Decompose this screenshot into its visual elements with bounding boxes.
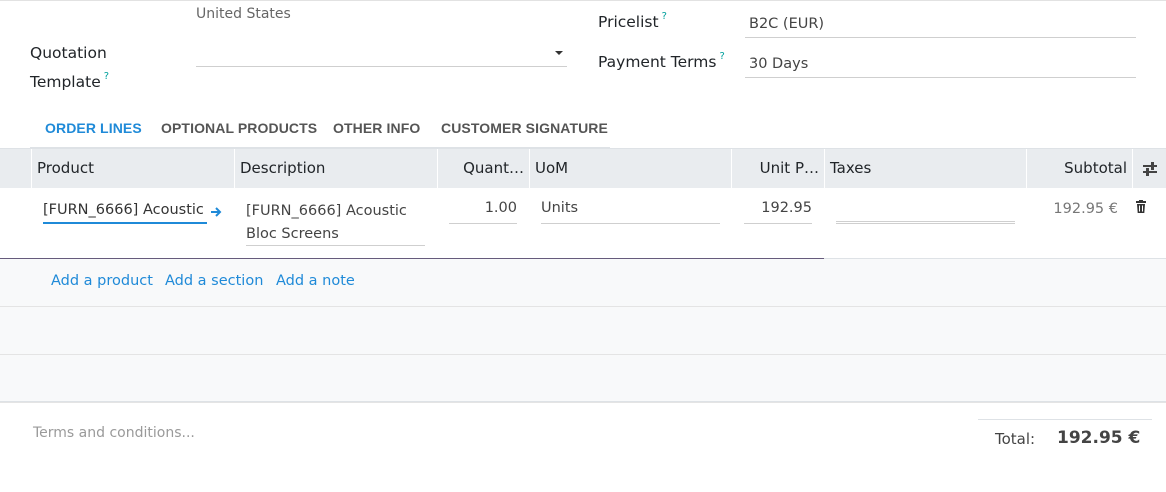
footer-divider bbox=[0, 401, 1166, 402]
column-header-label: Subtotal bbox=[1064, 159, 1127, 177]
help-icon[interactable]: ? bbox=[104, 71, 109, 82]
column-header-quantity[interactable]: Quant… bbox=[437, 149, 529, 189]
empty-row bbox=[0, 307, 1166, 355]
payment-terms-label: Payment Terms? bbox=[598, 51, 725, 72]
payment-terms-field[interactable]: 30 Days bbox=[745, 53, 1136, 78]
add-product-link[interactable]: Add a product bbox=[51, 273, 153, 289]
table-row[interactable]: [FURN_6666] Acoustic [FURN_6666] Acousti… bbox=[0, 188, 1166, 259]
tab-other-info[interactable]: OTHER INFO bbox=[333, 120, 420, 136]
trash-icon[interactable] bbox=[1135, 200, 1147, 214]
help-icon[interactable]: ? bbox=[662, 11, 667, 22]
column-header-subtotal[interactable]: Subtotal bbox=[1026, 149, 1132, 189]
description-input[interactable]: [FURN_6666] Acoustic Bloc Screens bbox=[246, 200, 425, 246]
add-note-link[interactable]: Add a note bbox=[276, 273, 355, 289]
quotation-template-label: Quotation Template? bbox=[30, 41, 109, 95]
column-header-unit-price[interactable]: Unit P… bbox=[731, 149, 824, 189]
quotation-template-label-line1: Quotation bbox=[30, 44, 107, 62]
column-header-description[interactable]: Description bbox=[234, 149, 436, 189]
notebook-tabs: ORDER LINES OPTIONAL PRODUCTS OTHER INFO… bbox=[30, 115, 610, 148]
optional-columns-toggle[interactable] bbox=[1132, 149, 1166, 189]
help-icon[interactable]: ? bbox=[719, 51, 724, 62]
payment-terms-label-text: Payment Terms bbox=[598, 53, 717, 72]
column-header-uom[interactable]: UoM bbox=[529, 149, 731, 189]
quantity-input[interactable]: 1.00 bbox=[449, 200, 517, 224]
unit-price-input[interactable]: 192.95 bbox=[744, 200, 812, 224]
pricelist-label-text: Pricelist bbox=[598, 13, 659, 32]
column-header-taxes[interactable]: Taxes bbox=[824, 149, 1026, 189]
total-value: 192.95 € bbox=[1057, 428, 1141, 448]
product-input[interactable]: [FURN_6666] Acoustic bbox=[43, 202, 207, 224]
tab-customer-signature[interactable]: CUSTOMER SIGNATURE bbox=[441, 120, 608, 136]
country-value: United States bbox=[196, 6, 291, 22]
pricelist-label: Pricelist? bbox=[598, 11, 667, 32]
empty-row bbox=[0, 355, 1166, 403]
add-line-row: Add a product Add a section Add a note bbox=[0, 259, 1166, 307]
column-header-label: Quant… bbox=[463, 159, 524, 177]
arrow-right-icon[interactable] bbox=[210, 206, 222, 218]
column-header-label: Taxes bbox=[830, 159, 872, 177]
column-header-label: Description bbox=[240, 159, 326, 177]
quotation-template-select[interactable] bbox=[196, 42, 567, 67]
uom-input[interactable]: Units bbox=[541, 200, 720, 224]
total-divider bbox=[978, 419, 1152, 420]
top-divider bbox=[0, 0, 1166, 1]
column-header-label: Product bbox=[37, 159, 94, 177]
description-line: Bloc Screens bbox=[246, 226, 339, 242]
tab-order-lines[interactable]: ORDER LINES bbox=[45, 120, 142, 136]
terms-and-conditions-input[interactable]: Terms and conditions... bbox=[33, 425, 195, 441]
pricelist-field[interactable]: B2C (EUR) bbox=[745, 13, 1136, 38]
column-header-product[interactable]: Product bbox=[31, 149, 233, 189]
chevron-down-icon[interactable] bbox=[555, 51, 563, 55]
quotation-template-label-line2: Template bbox=[30, 73, 101, 92]
column-header-label: UoM bbox=[535, 159, 569, 177]
description-line: [FURN_6666] Acoustic bbox=[246, 203, 407, 219]
add-section-link[interactable]: Add a section bbox=[165, 273, 263, 289]
table-header: Product Description Quant… UoM Unit P… T… bbox=[0, 148, 1166, 189]
column-header-label: Unit P… bbox=[759, 159, 819, 177]
tab-optional-products[interactable]: OPTIONAL PRODUCTS bbox=[161, 120, 317, 136]
taxes-input[interactable] bbox=[836, 202, 1015, 224]
subtotal-value: 192.95 € bbox=[1053, 201, 1118, 217]
total-label: Total: bbox=[995, 430, 1036, 448]
sliders-icon[interactable] bbox=[1142, 162, 1158, 176]
